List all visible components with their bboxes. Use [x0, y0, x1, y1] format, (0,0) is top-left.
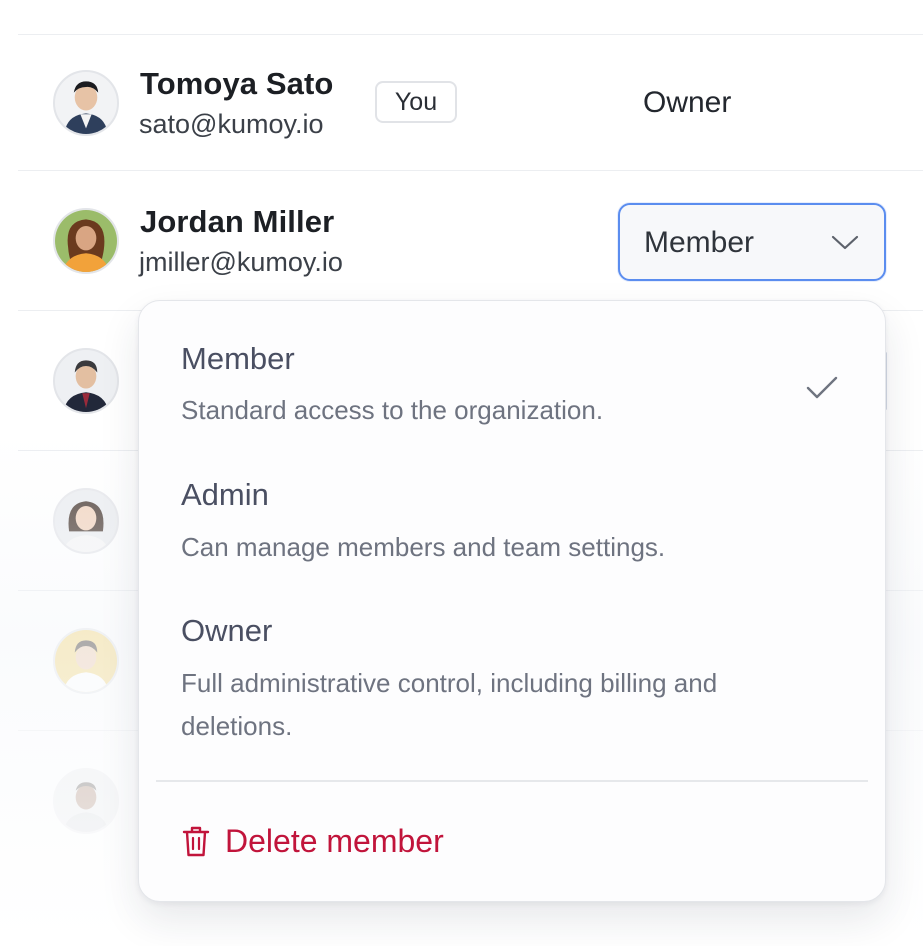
row-divider: [18, 170, 923, 171]
role-option-owner[interactable]: Owner Full administrative control, inclu…: [139, 577, 885, 767]
member-email: sato@kumoy.io: [139, 109, 324, 139]
role-select-value: Member: [644, 226, 755, 259]
member-name: Tomoya Sato: [140, 66, 334, 101]
role-option-title: Admin: [181, 477, 269, 512]
role-option-description: Standard access to the organization.: [181, 395, 604, 425]
delete-member-label: Delete member: [225, 822, 444, 859]
check-icon: [806, 376, 838, 399]
you-badge: You: [375, 81, 457, 123]
role-option-member[interactable]: Member Standard access to the organizati…: [139, 301, 885, 441]
role-option-description: Can manage members and team settings.: [181, 532, 666, 562]
member-role: Owner: [643, 86, 732, 119]
role-option-description: Full administrative control, including b…: [181, 668, 718, 741]
row-divider: [18, 34, 923, 35]
role-option-admin[interactable]: Admin Can manage members and team settin…: [139, 441, 885, 577]
member-email: jmiller@kumoy.io: [139, 247, 343, 277]
delete-member-button[interactable]: Delete member: [181, 819, 444, 863]
role-option-title: Owner: [181, 613, 273, 648]
role-select[interactable]: Member: [618, 203, 886, 281]
role-dropdown-menu: Member Standard access to the organizati…: [138, 300, 886, 902]
avatar: [53, 348, 119, 414]
avatar: [53, 208, 119, 274]
member-name: Jordan Miller: [140, 204, 335, 239]
trash-icon: [182, 826, 210, 857]
role-option-title: Member: [181, 341, 295, 376]
chevron-down-icon: [831, 235, 859, 250]
menu-divider: [156, 780, 868, 782]
avatar: [53, 70, 119, 136]
